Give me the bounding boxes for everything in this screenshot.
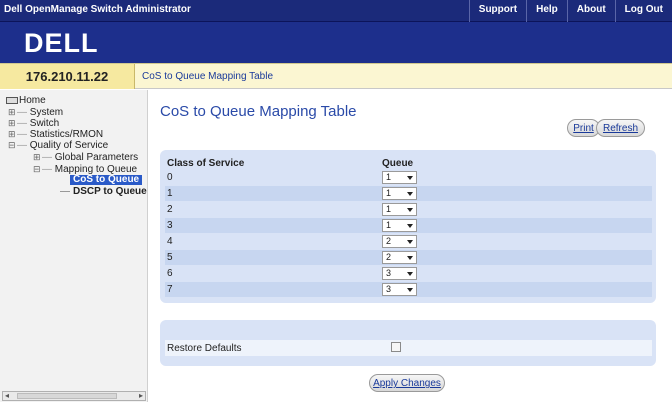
tree-item-cos-to-queue[interactable]: CoS to Queue <box>70 174 143 185</box>
table-row: 1 1 <box>165 186 652 201</box>
tree-item-label: Statistics/RMON <box>29 129 104 140</box>
table-row: 5 2 <box>165 250 652 265</box>
expand-icon[interactable]: ⊞ <box>8 107 17 117</box>
tree-item-label: DSCP to Queue <box>73 186 147 197</box>
tree-item-qos[interactable]: ⊟— Quality of Service <box>8 140 108 151</box>
tree-item-home[interactable]: Home <box>6 96 46 106</box>
brand-banner: DELL <box>0 22 672 63</box>
cos-value: 0 <box>167 172 173 183</box>
device-bar: 176.210.11.22 CoS to Queue Mapping Table <box>0 63 672 89</box>
table-row: 7 3 <box>165 282 652 297</box>
app-title: Dell OpenManage Switch Administrator <box>4 4 191 15</box>
queue-select[interactable]: 3 <box>382 283 417 296</box>
table-row: 4 2 <box>165 234 652 249</box>
tree-item-label: Quality of Service <box>29 140 109 151</box>
apply-changes-button[interactable]: Apply Changes <box>369 374 445 392</box>
chevron-down-icon <box>407 240 413 244</box>
computer-icon <box>6 96 18 104</box>
queue-select[interactable]: 1 <box>382 187 417 200</box>
expand-icon[interactable]: ⊞ <box>33 152 42 162</box>
tree-item-global-parameters[interactable]: ⊞— Global Parameters <box>33 152 138 163</box>
top-bar: Dell OpenManage Switch Administrator Sup… <box>0 0 672 22</box>
table-row: 2 1 <box>165 202 652 217</box>
scroll-left-icon[interactable]: ◂ <box>5 391 9 400</box>
cos-value: 5 <box>167 252 173 263</box>
column-header-queue: Queue <box>382 158 414 169</box>
help-link[interactable]: Help <box>526 0 567 22</box>
cos-value: 4 <box>167 236 173 247</box>
tree-item-dscp-to-queue[interactable]: — DSCP to Queue <box>60 187 147 197</box>
chevron-down-icon <box>407 224 413 228</box>
refresh-button[interactable]: Refresh <box>596 119 645 137</box>
queue-select[interactable]: 1 <box>382 171 417 184</box>
queue-select[interactable]: 2 <box>382 251 417 264</box>
table-row: 0 1 <box>165 170 652 185</box>
cos-value: 3 <box>167 220 173 231</box>
scrollbar-thumb[interactable] <box>17 393 117 399</box>
chevron-down-icon <box>407 256 413 260</box>
tree-horizontal-scrollbar[interactable]: ◂ ▸ <box>2 391 146 401</box>
about-link[interactable]: About <box>566 0 615 22</box>
column-header-class-of-service: Class of Service <box>167 158 245 169</box>
collapse-icon[interactable]: ⊟ <box>33 164 42 174</box>
tree-item-label: Global Parameters <box>54 152 139 163</box>
support-link[interactable]: Support <box>468 0 526 22</box>
collapse-icon[interactable]: ⊟ <box>8 140 17 150</box>
chevron-down-icon <box>407 176 413 180</box>
cos-value: 7 <box>167 284 173 295</box>
page-title: CoS to Queue Mapping Table <box>160 103 357 120</box>
dell-logo: DELL <box>24 28 99 58</box>
chevron-down-icon <box>407 272 413 276</box>
top-nav: Support Help About Log Out <box>468 0 672 22</box>
table-row: 6 3 <box>165 266 652 281</box>
expand-icon[interactable]: ⊞ <box>8 118 17 128</box>
tree-item-label: System <box>29 107 64 118</box>
logout-link[interactable]: Log Out <box>614 0 672 22</box>
restore-defaults-label: Restore Defaults <box>167 343 242 354</box>
cos-value: 2 <box>167 204 173 215</box>
tree-item-label: Home <box>19 95 46 106</box>
tree-item-label: Switch <box>29 118 60 129</box>
breadcrumb[interactable]: CoS to Queue Mapping Table <box>142 71 273 82</box>
expand-icon[interactable]: ⊞ <box>8 129 17 139</box>
tree-item-switch[interactable]: ⊞— Switch <box>8 118 59 129</box>
queue-select[interactable]: 3 <box>382 267 417 280</box>
queue-select[interactable]: 2 <box>382 235 417 248</box>
nav-tree: Home ⊞— System ⊞— Switch ⊞— Statistics/R… <box>0 90 148 402</box>
chevron-down-icon <box>407 192 413 196</box>
device-ip: 176.210.11.22 <box>0 64 135 89</box>
scroll-right-icon[interactable]: ▸ <box>139 391 143 400</box>
restore-defaults-checkbox[interactable] <box>391 342 401 352</box>
restore-defaults-row: Restore Defaults <box>165 340 652 356</box>
chevron-down-icon <box>407 208 413 212</box>
tree-item-label: CoS to Queue <box>73 174 140 185</box>
tree-item-system[interactable]: ⊞— System <box>8 107 63 118</box>
chevron-down-icon <box>407 288 413 292</box>
table-row: 3 1 <box>165 218 652 233</box>
queue-select[interactable]: 1 <box>382 219 417 232</box>
queue-select[interactable]: 1 <box>382 203 417 216</box>
cos-value: 1 <box>167 188 173 199</box>
tree-item-statistics[interactable]: ⊞— Statistics/RMON <box>8 129 103 140</box>
cos-value: 6 <box>167 268 173 279</box>
